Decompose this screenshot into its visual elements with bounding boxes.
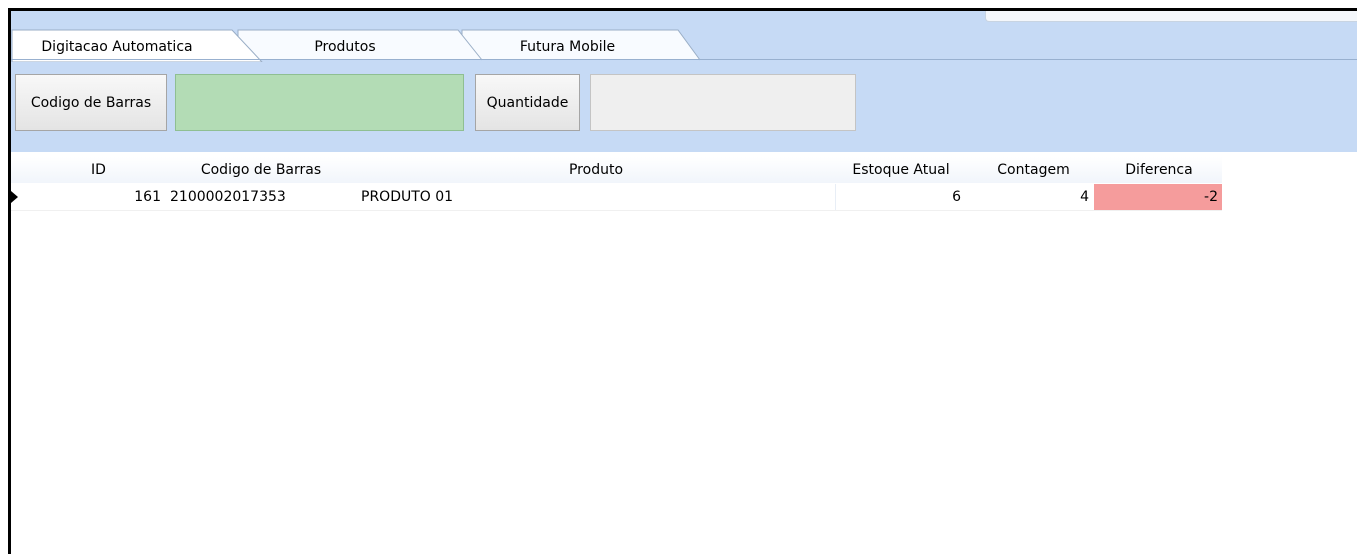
cell-product[interactable]: PRODUTO 01: [361, 184, 831, 210]
barcode-input[interactable]: [175, 74, 464, 131]
column-header-difference[interactable]: Diferenca: [1096, 157, 1222, 183]
barcode-button[interactable]: Codigo de Barras: [15, 74, 167, 131]
barcode-button-label: Codigo de Barras: [30, 94, 152, 111]
tab-label-produtos[interactable]: Produtos: [255, 38, 435, 56]
cell-barcode[interactable]: 2100002017353: [170, 184, 350, 210]
cell-id[interactable]: 161: [106, 184, 161, 210]
table-row[interactable]: 161 2100002017353 PRODUTO 01 6 4 -2: [11, 184, 1222, 210]
current-row-indicator-icon: [11, 191, 18, 203]
quantity-button[interactable]: Quantidade: [475, 74, 580, 131]
grid-header: ID Codigo de Barras Produto Estoque Atua…: [11, 157, 1222, 183]
cell-difference[interactable]: -2: [1094, 184, 1222, 210]
cell-stock[interactable]: 6: [835, 184, 965, 210]
column-header-barcode[interactable]: Codigo de Barras: [166, 157, 356, 183]
column-header-id[interactable]: ID: [66, 157, 131, 183]
top-right-field: [985, 11, 1357, 22]
quantity-button-label: Quantidade: [486, 94, 569, 111]
tab-label-digitacao-automatica[interactable]: Digitacao Automatica: [22, 38, 212, 56]
column-header-count[interactable]: Contagem: [971, 157, 1096, 183]
row-divider: [11, 210, 1222, 211]
quantity-input[interactable]: [590, 74, 856, 131]
column-header-product[interactable]: Produto: [356, 157, 836, 183]
column-header-stock[interactable]: Estoque Atual: [836, 157, 966, 183]
cell-count[interactable]: 4: [968, 184, 1093, 210]
tab-label-futura-mobile[interactable]: Futura Mobile: [475, 38, 660, 56]
